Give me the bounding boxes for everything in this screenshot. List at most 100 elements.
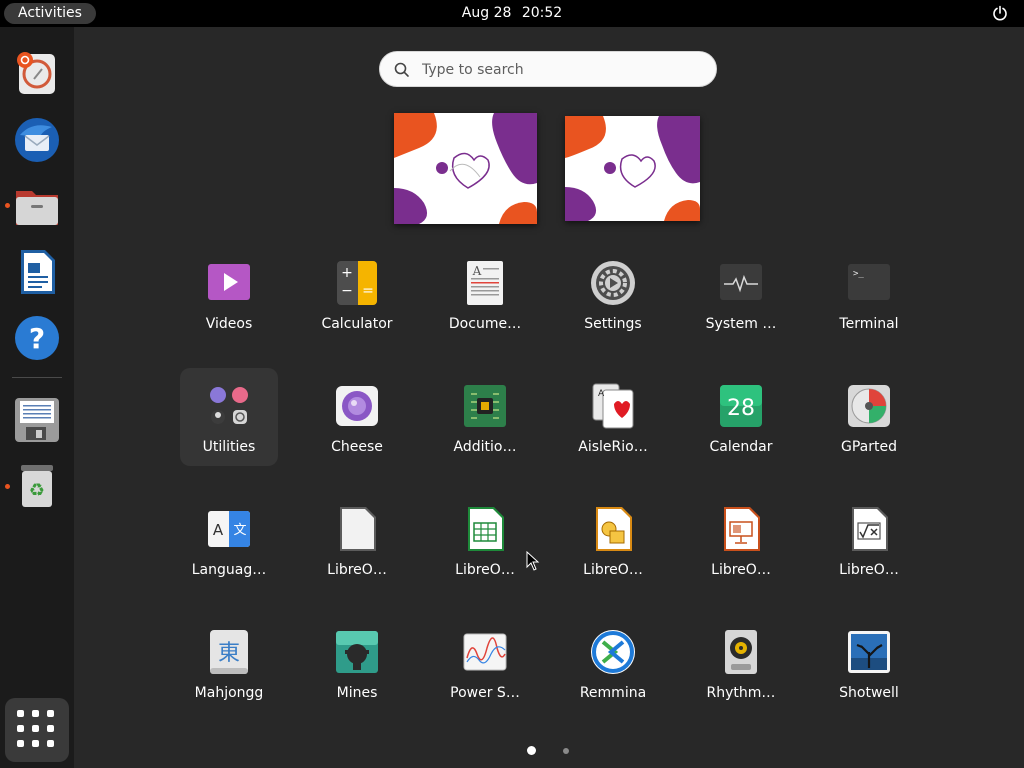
calendar-icon: 28 (720, 385, 762, 427)
app-label: Terminal (839, 316, 899, 332)
app-libreoffice-draw[interactable]: LibreO… (564, 491, 662, 589)
app-folder-utilities[interactable]: Utilities (180, 368, 278, 466)
app-system-monitor[interactable]: System … (692, 245, 790, 343)
app-label: Calculator (321, 316, 393, 332)
videos-icon (208, 264, 250, 300)
settings-icon (591, 261, 635, 305)
files-icon[interactable] (12, 181, 62, 231)
app-label: Mines (336, 685, 378, 701)
app-libreoffice-impress[interactable]: LibreO… (692, 491, 790, 589)
app-rhythmbox[interactable]: Rhythm… (692, 614, 790, 712)
app-language-support[interactable]: A 文 Languag… (180, 491, 278, 589)
app-videos[interactable]: Videos (180, 245, 278, 343)
libreoffice-calc-icon (468, 507, 504, 551)
disk-icon[interactable] (12, 395, 62, 445)
app-label: Languag… (191, 562, 267, 578)
search-box[interactable] (379, 51, 717, 87)
mahjongg-icon: 東 (210, 630, 248, 674)
app-label: GParted (841, 439, 897, 455)
remmina-icon (591, 630, 635, 674)
app-label: LibreO… (327, 562, 387, 578)
calculator-icon: + − = (337, 261, 377, 305)
app-label: LibreO… (583, 562, 643, 578)
app-label: Mahjongg (194, 685, 264, 701)
mouse-cursor-icon (526, 551, 540, 571)
svg-text:A: A (598, 389, 605, 399)
mines-icon (336, 631, 378, 673)
app-mines[interactable]: Mines (308, 614, 406, 712)
workspace-thumbnail-1[interactable] (394, 113, 537, 224)
svg-text:A: A (213, 521, 224, 539)
svg-text:?: ? (29, 322, 45, 355)
svg-text:+: + (341, 265, 353, 281)
app-libreoffice-calc[interactable]: LibreO… (436, 491, 534, 589)
trash-icon[interactable]: ♻ (12, 461, 62, 511)
app-label: Additio… (453, 439, 517, 455)
libreoffice-math-icon (852, 507, 888, 551)
app-label: Rhythm… (706, 685, 776, 701)
search-icon (394, 62, 409, 77)
app-mahjongg[interactable]: 東 Mahjongg (180, 614, 278, 712)
app-label: LibreO… (711, 562, 771, 578)
libreoffice-draw-icon (596, 507, 632, 551)
power-icon[interactable] (992, 5, 1008, 21)
app-label: Videos (205, 316, 253, 332)
app-label: Power S… (450, 685, 520, 701)
utilities-folder-icon (210, 387, 248, 424)
svg-text:文: 文 (233, 523, 246, 538)
app-label: Settings (584, 316, 642, 332)
app-libreoffice[interactable]: LibreO… (308, 491, 406, 589)
language-support-icon: A 文 (208, 511, 250, 547)
app-label: LibreO… (455, 562, 515, 578)
app-label: System … (705, 316, 777, 332)
search-input[interactable] (420, 58, 704, 82)
app-terminal[interactable]: >_ Terminal (820, 245, 918, 343)
running-indicator (5, 203, 10, 208)
app-remmina[interactable]: Remmina (564, 614, 662, 712)
app-document-viewer[interactable]: A Docume… (436, 245, 534, 343)
time-label: 20:52 (521, 5, 563, 21)
thunderbird-icon[interactable] (12, 115, 62, 165)
terminal-icon: >_ (848, 264, 890, 300)
app-libreoffice-math[interactable]: LibreO… (820, 491, 918, 589)
app-calculator[interactable]: + − = Calculator (308, 245, 406, 343)
workspace-thumbnail-2[interactable] (565, 116, 700, 221)
additional-drivers-icon (464, 385, 506, 427)
aisleriot-icon: A (592, 383, 634, 429)
libreoffice-writer-icon[interactable] (12, 247, 62, 297)
app-label: Docume… (448, 316, 522, 332)
svg-text:28: 28 (727, 396, 755, 421)
help-icon[interactable]: ? (12, 313, 62, 363)
running-indicator (5, 484, 10, 489)
ubuntu-software-icon[interactable] (12, 49, 62, 99)
app-label: Utilities (202, 439, 256, 455)
dock-separator (12, 377, 62, 378)
app-aisleriot[interactable]: A AisleRio… (564, 368, 662, 466)
rhythmbox-icon (725, 630, 757, 674)
svg-text:=: = (362, 283, 374, 299)
system-monitor-icon (720, 264, 762, 300)
app-shotwell[interactable]: Shotwell (820, 614, 918, 712)
svg-text:東: 東 (218, 641, 240, 666)
svg-text:−: − (341, 283, 353, 299)
clock[interactable]: Aug 28 20:52 (0, 0, 1024, 27)
svg-text:A: A (472, 264, 482, 278)
document-viewer-icon: A (467, 261, 503, 305)
svg-text:♻: ♻ (29, 480, 45, 501)
app-settings[interactable]: Settings (564, 245, 662, 343)
show-apps-grid-icon[interactable] (5, 698, 69, 762)
app-additional-drivers[interactable]: Additio… (436, 368, 534, 466)
page-dot[interactable] (563, 748, 569, 754)
app-label: Calendar (709, 439, 773, 455)
svg-text:>_: >_ (853, 269, 864, 279)
app-gparted[interactable]: GParted (820, 368, 918, 466)
app-calendar[interactable]: 28 Calendar (692, 368, 790, 466)
app-cheese[interactable]: Cheese (308, 368, 406, 466)
app-label: Cheese (331, 439, 383, 455)
app-grid-overview: Videos + − = Calculator A (74, 27, 1024, 768)
libreoffice-icon (340, 507, 376, 551)
date-label: Aug 28 (461, 5, 512, 21)
page-dot-current[interactable] (527, 746, 536, 755)
app-label: Shotwell (839, 685, 899, 701)
app-power-statistics[interactable]: Power S… (436, 614, 534, 712)
